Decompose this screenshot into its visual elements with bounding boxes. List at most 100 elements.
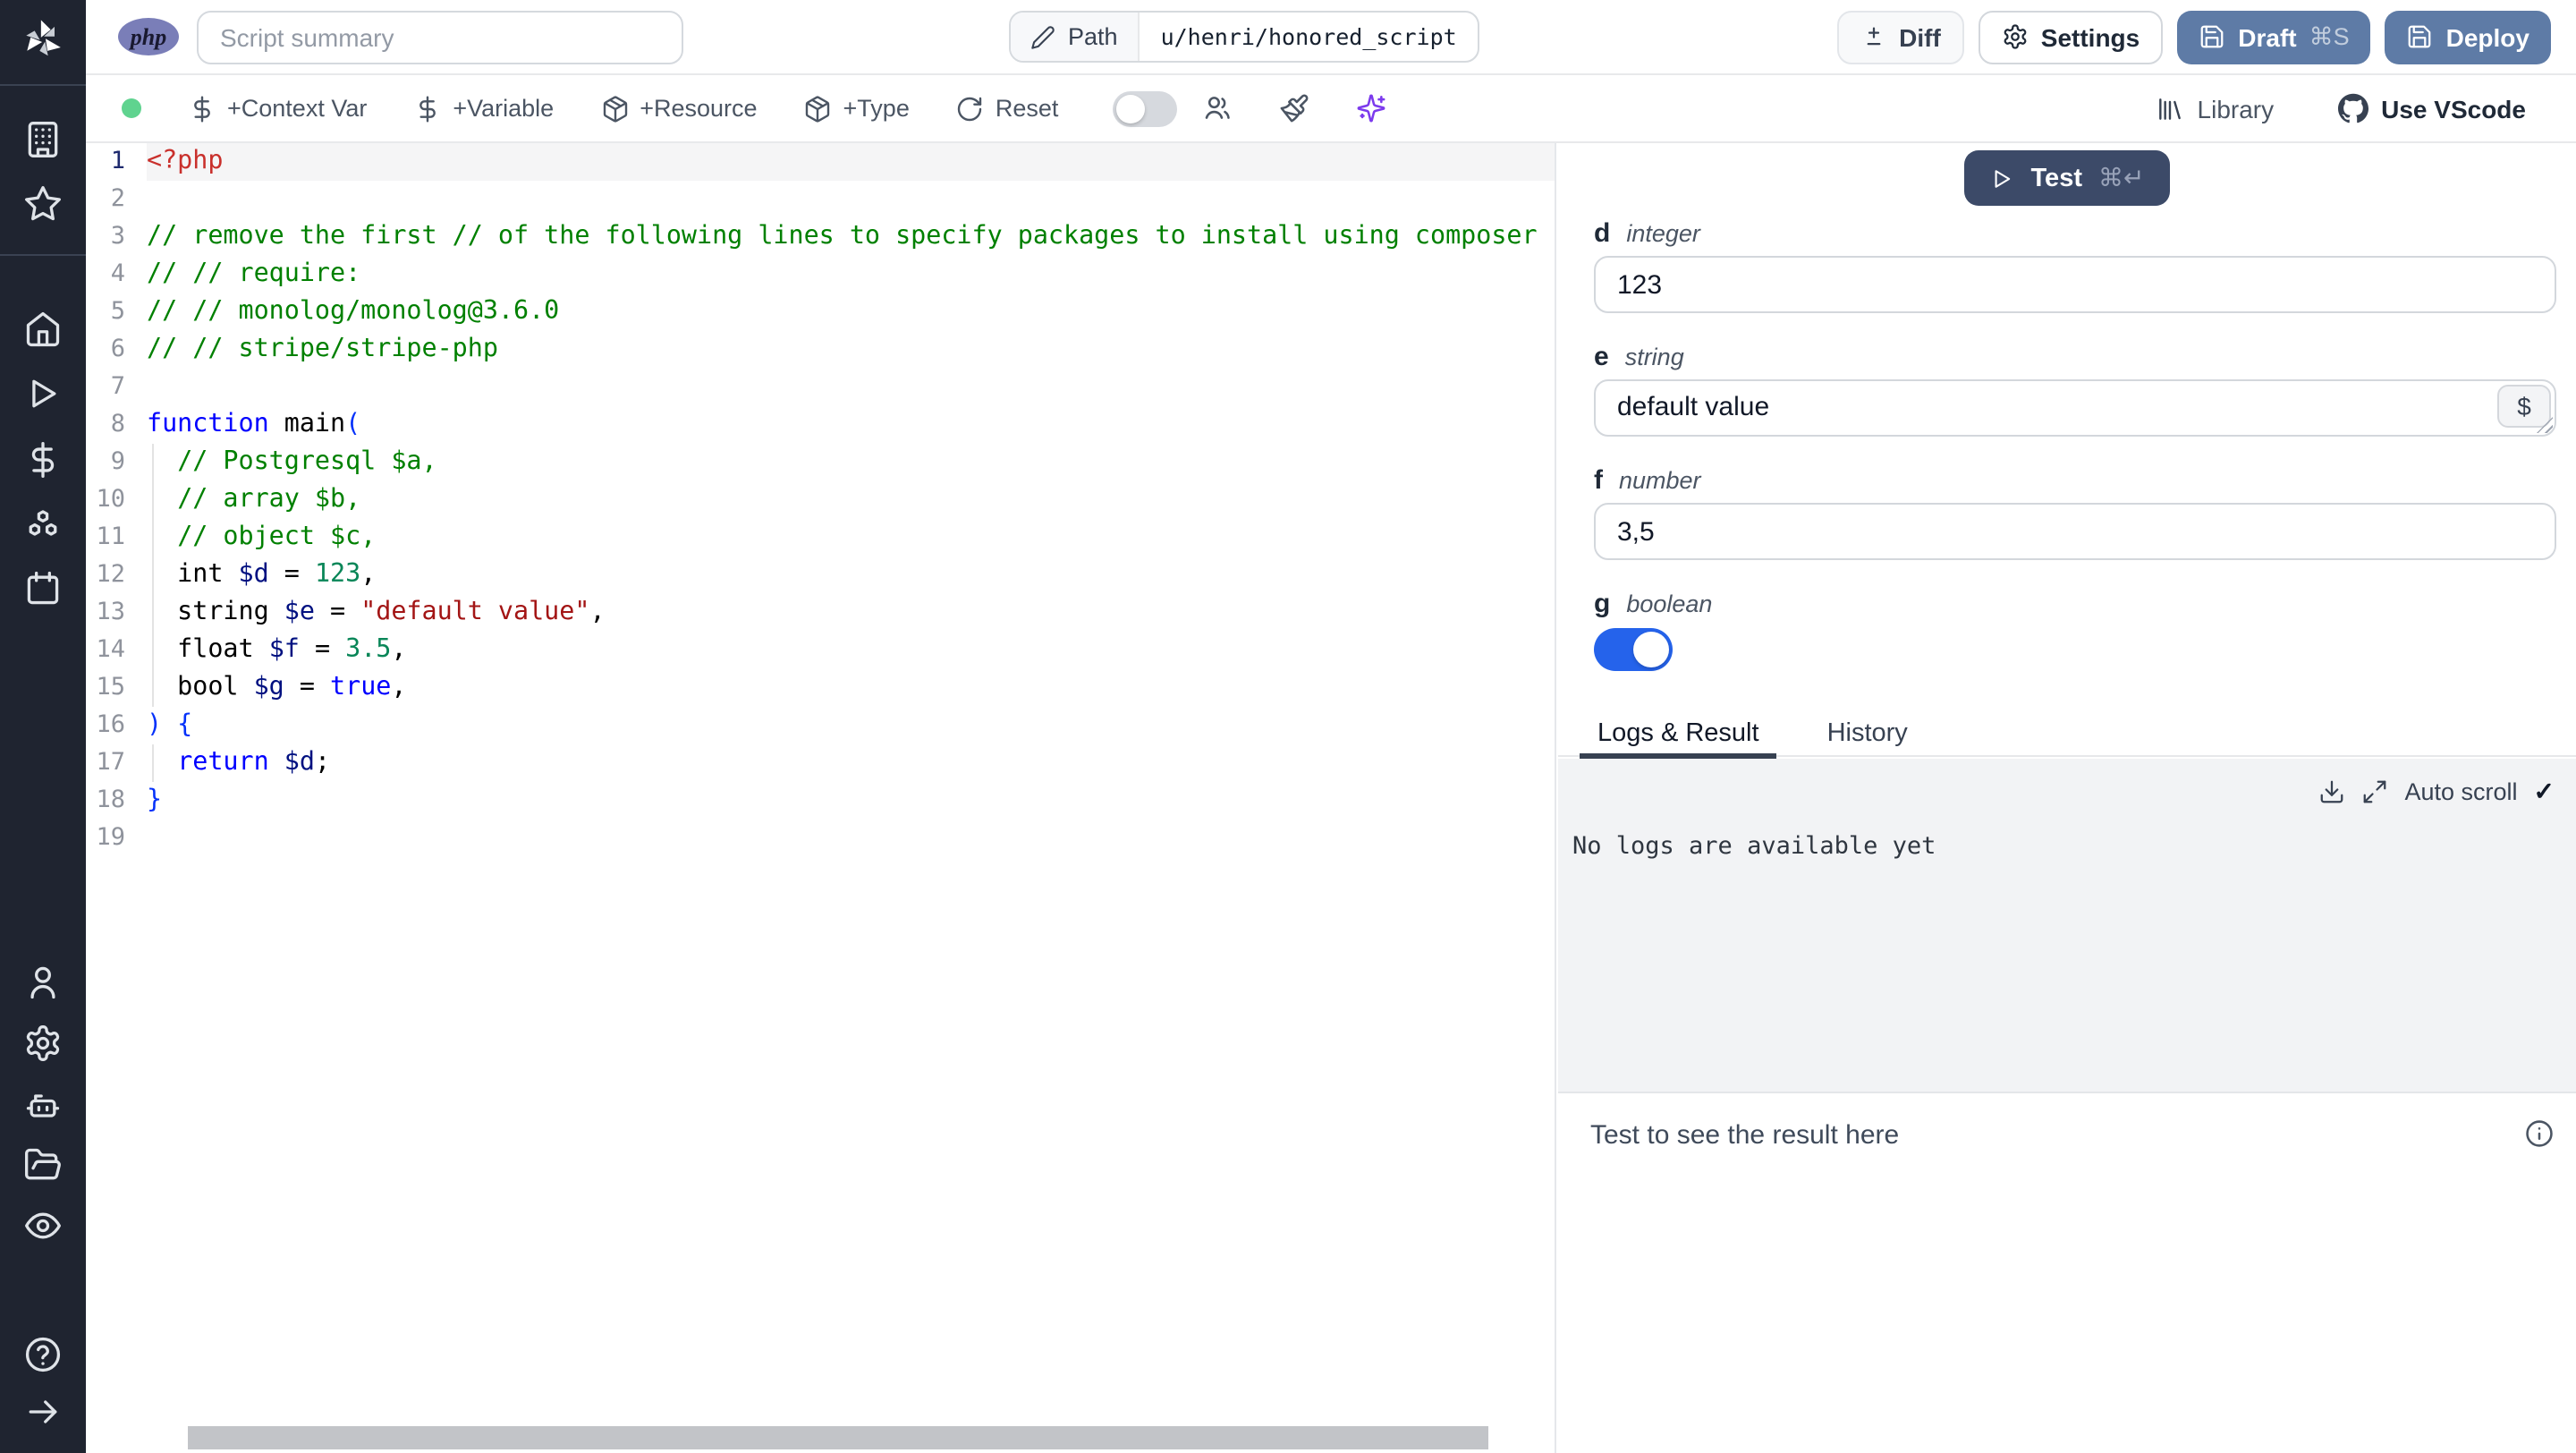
- library-button[interactable]: Library: [2157, 94, 2274, 123]
- draft-label: Draft: [2238, 22, 2297, 51]
- arguments-form: d integer e string $ f numb: [1594, 218, 2556, 680]
- favorites-star-icon[interactable]: [23, 184, 63, 224]
- field-g-type: boolean: [1626, 591, 1713, 617]
- result-tabs: Logs & Result History: [1558, 714, 2576, 759]
- no-logs-message: No logs are available yet: [1572, 832, 1936, 861]
- code-line: 4// // require:: [110, 259, 361, 288]
- runs-play-icon[interactable]: [23, 374, 63, 413]
- insert-variable-button[interactable]: $: [2497, 385, 2551, 428]
- field-f-input[interactable]: [1594, 503, 2556, 560]
- dollar-icon: [413, 94, 442, 123]
- field-d-type: integer: [1626, 220, 1700, 247]
- script-summary-input[interactable]: [197, 10, 683, 64]
- code-line: 9 // Postgresql $a,: [110, 447, 437, 476]
- settings-gear-icon[interactable]: [23, 1024, 63, 1063]
- add-type-button[interactable]: +Type: [804, 94, 910, 123]
- run-panel: Test ⌘↵ d integer e string $: [1558, 143, 2576, 1453]
- script-path-control[interactable]: Path u/henri/honored_script: [1009, 11, 1480, 63]
- field-d-input[interactable]: [1594, 256, 2556, 313]
- field-e-name: e: [1594, 342, 1609, 372]
- autoscroll-label: Auto scroll: [2404, 778, 2518, 805]
- code-line: 2: [110, 184, 125, 213]
- audit-eye-icon[interactable]: [23, 1206, 63, 1245]
- ai-assistant-button[interactable]: [1355, 93, 1385, 123]
- add-resource-button[interactable]: +Resource: [600, 94, 758, 123]
- code-line: 3// remove the first // of the following…: [110, 222, 1538, 251]
- resources-boxes-icon[interactable]: [23, 505, 63, 544]
- home-icon[interactable]: [23, 310, 63, 349]
- code-line: 14 float $f = 3.5,: [96, 635, 407, 664]
- php-language-badge: php: [118, 18, 179, 55]
- deploy-label: Deploy: [2445, 22, 2529, 51]
- sparkles-icon: [1355, 93, 1385, 123]
- field-f-type: number: [1619, 467, 1701, 494]
- tab-history[interactable]: History: [1809, 714, 1926, 755]
- diff-button[interactable]: Diff: [1836, 10, 1964, 64]
- field-d: d integer: [1594, 218, 2556, 313]
- field-e: e string $: [1594, 342, 2556, 437]
- format-code-button[interactable]: [1278, 93, 1309, 123]
- download-logs-icon[interactable]: [2318, 778, 2345, 805]
- code-line: 6// // stripe/stripe-php: [110, 335, 498, 363]
- editor-horizontal-scrollbar[interactable]: [188, 1426, 1488, 1449]
- code-line: 16) {: [96, 710, 193, 739]
- test-button[interactable]: Test ⌘↵: [1964, 150, 2170, 206]
- indent-guide: [152, 444, 154, 707]
- expand-logs-icon[interactable]: [2361, 778, 2388, 805]
- diff-label: Diff: [1899, 22, 1941, 51]
- help-icon[interactable]: [23, 1335, 63, 1374]
- workspace-building-icon[interactable]: [23, 120, 63, 159]
- tab-logs-result[interactable]: Logs & Result: [1580, 714, 1778, 759]
- schedules-calendar-icon[interactable]: [23, 569, 63, 608]
- user-icon[interactable]: [23, 963, 63, 1002]
- library-icon: [2157, 94, 2185, 123]
- connection-status-dot: [122, 98, 141, 118]
- path-label: Path: [1068, 23, 1118, 50]
- add-context-var-button[interactable]: +Context Var: [188, 94, 367, 123]
- save-icon: [2199, 23, 2225, 50]
- logs-toolbar: Auto scroll ✓: [2318, 777, 2555, 807]
- code-line: 12 int $d = 123,: [96, 560, 377, 589]
- multiplayer-button[interactable]: [1201, 93, 1232, 123]
- dollar-icon: [188, 94, 216, 123]
- result-panel: Test to see the result here: [1558, 1095, 2576, 1453]
- test-label: Test: [2030, 164, 2083, 192]
- code-line: 19: [96, 823, 125, 852]
- expand-sidebar-arrow-icon[interactable]: [23, 1392, 63, 1432]
- code-editor[interactable]: 1 <?php 2 3// remove the first // of the fo…: [86, 143, 1556, 1453]
- settings-button[interactable]: Settings: [1978, 10, 2164, 64]
- info-icon[interactable]: [2524, 1118, 2555, 1149]
- code-line: 17 return $d;: [96, 748, 331, 777]
- result-placeholder: Test to see the result here: [1590, 1120, 1900, 1151]
- add-variable-button[interactable]: +Variable: [413, 94, 554, 123]
- gear-icon: [2002, 23, 2029, 50]
- reset-button[interactable]: Reset: [956, 94, 1059, 123]
- draft-button[interactable]: Draft ⌘S: [2177, 10, 2371, 64]
- paintbrush-icon: [1278, 93, 1309, 123]
- draft-shortcut: ⌘S: [2309, 22, 2350, 49]
- use-vscode-button[interactable]: Use VScode: [2338, 93, 2526, 123]
- assistant-toggle[interactable]: [1112, 90, 1177, 126]
- autoscroll-checkbox[interactable]: ✓: [2534, 777, 2555, 807]
- reset-label: Reset: [995, 95, 1059, 122]
- toolbar-right: Library Use VScode: [2157, 93, 2526, 123]
- path-value: u/henri/honored_script: [1160, 23, 1457, 50]
- code-line: 10 // array $b,: [96, 485, 361, 514]
- deploy-button[interactable]: Deploy: [2385, 10, 2551, 64]
- field-g-toggle[interactable]: [1594, 628, 1673, 671]
- code-line: 7: [110, 372, 125, 401]
- code-line: 13 string $e = "default value",: [96, 598, 606, 626]
- variables-dollar-icon[interactable]: [23, 440, 63, 480]
- add-type-label: +Type: [843, 95, 910, 122]
- folders-icon[interactable]: [23, 1145, 63, 1185]
- windmill-logo-icon[interactable]: [20, 16, 66, 63]
- field-e-input[interactable]: [1594, 379, 2556, 437]
- field-e-type: string: [1624, 344, 1684, 370]
- code-line: 18}: [96, 786, 163, 814]
- workers-bot-icon[interactable]: [23, 1086, 63, 1126]
- windmill-script-editor: php Path u/henri/honored_script Diff Set…: [0, 0, 2576, 1453]
- code-line: 15 bool $g = true,: [96, 673, 407, 701]
- logs-panel: Auto scroll ✓ No logs are available yet: [1558, 759, 2576, 1093]
- field-d-name: d: [1594, 218, 1611, 249]
- toggle-knob: [1633, 632, 1669, 667]
